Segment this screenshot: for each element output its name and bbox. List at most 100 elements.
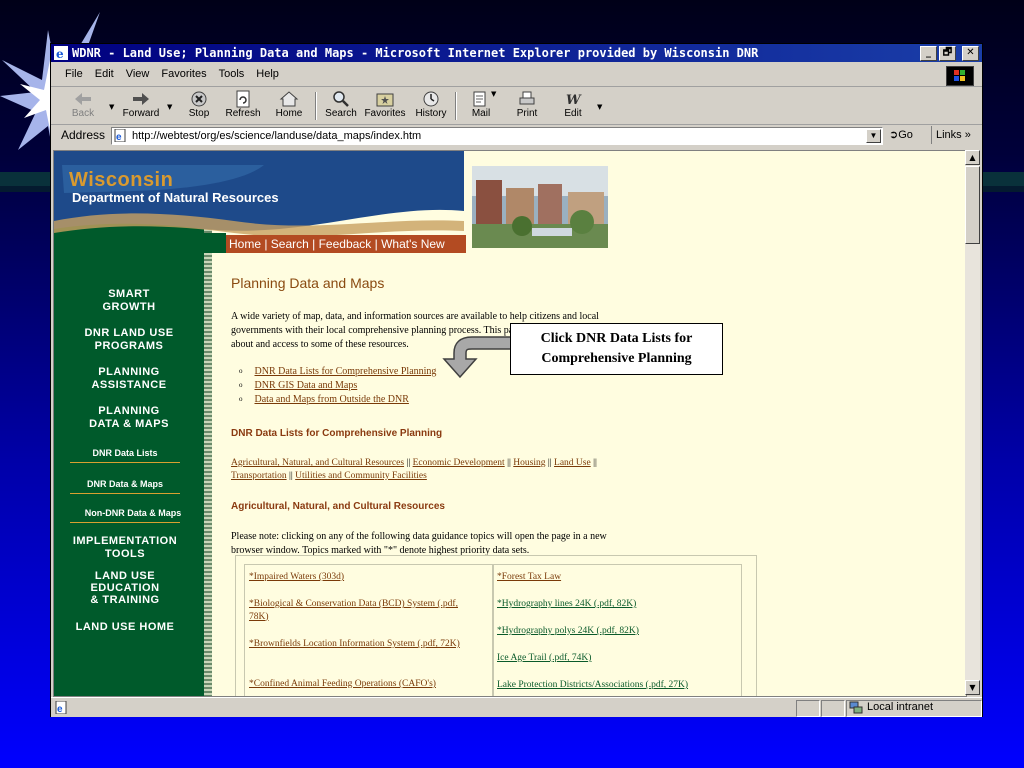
history-button[interactable]: History xyxy=(409,90,453,122)
section-heading-data-lists: DNR Data Lists for Comprehensive Plannin… xyxy=(231,428,443,439)
address-input[interactable]: e http://webtest/org/es/science/landuse/… xyxy=(111,127,883,145)
forward-button[interactable]: Forward xyxy=(119,90,163,122)
nav-smart-growth[interactable]: SMART GROWTH xyxy=(54,288,204,314)
menu-help[interactable]: Help xyxy=(256,68,279,80)
link-lake-protection[interactable]: Lake Protection Districts/Associations (… xyxy=(497,680,688,690)
svg-text:e: e xyxy=(56,47,64,60)
dnr-logo-text: Department of Natural Resources xyxy=(72,190,279,205)
search-icon xyxy=(333,91,349,107)
link-dnr-gis-data[interactable]: DNR GIS Data and Maps xyxy=(255,380,358,391)
favorites-label: Favorites xyxy=(364,108,406,119)
mail-button[interactable]: Mail xyxy=(459,90,503,122)
menu-view[interactable]: View xyxy=(126,68,150,80)
address-dropdown-icon[interactable]: ▼ xyxy=(866,129,881,143)
links-button[interactable]: Links » xyxy=(931,126,971,144)
link-dnr-data-lists[interactable]: DNR Data Lists for Comprehensive Plannin… xyxy=(255,366,437,377)
nav-education-line2: EDUCATION xyxy=(90,582,160,594)
search-label: Search xyxy=(325,108,357,119)
right-column: *Forest Tax Law *Hydrography lines 24K (… xyxy=(492,564,742,696)
menu-favorites[interactable]: Favorites xyxy=(161,68,206,80)
print-icon xyxy=(519,91,535,105)
ie-icon: e xyxy=(54,46,68,60)
link-brownfields[interactable]: *Brownfields Location Information System… xyxy=(249,639,460,649)
address-url: http://webtest/org/es/science/landuse/da… xyxy=(132,130,422,142)
home-button[interactable]: Home xyxy=(267,90,311,122)
toolbar-separator xyxy=(315,92,317,120)
nav-dnr-data-lists[interactable]: DNR Data Lists xyxy=(54,448,200,458)
refresh-label: Refresh xyxy=(225,108,261,119)
callout-box: Click DNR Data Lists for Comprehensive P… xyxy=(510,323,723,375)
link-hydro-lines[interactable]: *Hydrography lines 24K (.pdf, 82K) xyxy=(497,599,636,609)
mail-dropdown-icon[interactable]: ▼ xyxy=(491,90,496,98)
refresh-button[interactable]: Refresh xyxy=(221,90,265,122)
link-economic-development[interactable]: Economic Development xyxy=(413,458,505,468)
nav-planning-data-maps[interactable]: PLANNING DATA & MAPS xyxy=(54,405,204,431)
nav-smart-growth-line1: SMART xyxy=(108,288,150,300)
edit-dropdown-icon[interactable]: ▼ xyxy=(597,103,602,111)
favorites-icon xyxy=(376,93,394,107)
forward-label: Forward xyxy=(122,108,160,119)
scroll-thumb[interactable] xyxy=(965,166,980,244)
link-agri-natural[interactable]: Agricultural, Natural, and Cultural Reso… xyxy=(231,458,404,468)
nav-rule xyxy=(70,522,180,523)
back-button[interactable]: Back xyxy=(61,90,105,122)
scroll-down-icon[interactable]: ▼ xyxy=(965,680,980,695)
link-land-use[interactable]: Land Use xyxy=(554,458,591,468)
link-housing[interactable]: Housing xyxy=(513,458,545,468)
link-utilities[interactable]: Utilities and Community Facilities xyxy=(295,471,427,481)
nav-non-dnr-data-maps[interactable]: Non-DNR Data & Maps xyxy=(58,508,208,518)
nav-planning-assistance[interactable]: PLANNING ASSISTANCE xyxy=(54,366,204,392)
nav-land-use-home[interactable]: LAND USE HOME xyxy=(54,621,200,634)
print-button[interactable]: Print xyxy=(505,90,549,122)
scroll-up-icon[interactable]: ▲ xyxy=(965,150,980,165)
windows-logo-throbber xyxy=(946,66,974,86)
address-label: Address xyxy=(61,128,106,142)
header-links[interactable]: Home | Search | Feedback | What's New xyxy=(226,235,466,253)
nav-rule xyxy=(70,493,180,494)
back-dropdown-icon[interactable]: ▼ xyxy=(109,103,114,111)
link-forest-tax-law[interactable]: *Forest Tax Law xyxy=(497,572,561,582)
svg-text:W: W xyxy=(566,93,582,108)
link-hydro-polys[interactable]: *Hydrography polys 24K (.pdf, 82K) xyxy=(497,626,639,636)
close-button[interactable]: ✕ xyxy=(962,46,979,61)
wisconsin-logo-text: Wisconsin xyxy=(69,169,174,191)
nav-programs-line1: DNR LAND USE xyxy=(84,327,174,339)
maximize-button[interactable]: 🗗 xyxy=(939,46,956,61)
vertical-scrollbar[interactable]: ▲ ▼ xyxy=(965,150,980,695)
link-transportation[interactable]: Transportation xyxy=(231,471,287,481)
search-button[interactable]: Search xyxy=(319,90,363,122)
back-label: Back xyxy=(71,108,95,119)
go-button[interactable]: ➲Go xyxy=(889,128,913,141)
refresh-icon xyxy=(236,90,250,108)
link-ice-age-trail[interactable]: Ice Age Trail (.pdf, 74K) xyxy=(497,653,591,663)
list-item: DNR GIS Data and Maps xyxy=(251,379,436,393)
link-bcd-system[interactable]: *Biological & Conservation Data (BCD) Sy… xyxy=(249,599,458,622)
edit-button[interactable]: W Edit xyxy=(551,90,595,122)
menu-tools[interactable]: Tools xyxy=(219,68,245,80)
separator: || xyxy=(593,458,597,468)
nav-tools-line2: TOOLS xyxy=(104,548,146,560)
forward-dropdown-icon[interactable]: ▼ xyxy=(167,103,172,111)
stop-button[interactable]: Stop xyxy=(177,90,221,122)
nav-implementation-tools[interactable]: IMPLEMENTATION TOOLS xyxy=(54,535,200,561)
page-viewport: Wisconsin Department of Natural Resource… xyxy=(53,150,967,697)
favorites-button[interactable]: Favorites xyxy=(363,90,407,122)
page-title: Planning Data and Maps xyxy=(231,275,385,291)
menu-edit[interactable]: Edit xyxy=(95,68,114,80)
nav-education-line1: LAND USE xyxy=(94,570,156,582)
menu-file[interactable]: File xyxy=(65,68,83,80)
nav-tools-line1: IMPLEMENTATION xyxy=(72,535,178,547)
nav-assistance-line1: PLANNING xyxy=(98,366,160,378)
nav-land-use-programs[interactable]: DNR LAND USE PROGRAMS xyxy=(54,327,204,353)
link-impaired-waters[interactable]: *Impaired Waters (303d) xyxy=(249,572,344,582)
address-bar: Address e http://webtest/org/es/science/… xyxy=(51,125,982,147)
separator: || xyxy=(547,458,552,468)
history-label: History xyxy=(415,108,447,119)
link-outside-data[interactable]: Data and Maps from Outside the DNR xyxy=(255,394,409,405)
separator: || xyxy=(406,458,411,468)
nav-education-training[interactable]: LAND USE EDUCATION & TRAINING xyxy=(54,570,200,606)
minimize-button[interactable]: _ xyxy=(920,46,937,61)
nav-dnr-data-maps[interactable]: DNR Data & Maps xyxy=(54,479,200,489)
go-arrow-icon: ➲ xyxy=(889,129,899,141)
link-cafo[interactable]: *Confined Animal Feeding Operations (CAF… xyxy=(249,679,436,689)
